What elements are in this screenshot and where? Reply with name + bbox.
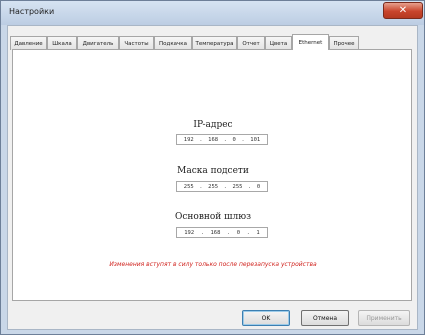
ip-octet-1: 192 bbox=[183, 136, 194, 143]
cancel-button[interactable]: Отмена bbox=[301, 310, 349, 326]
title-bar[interactable]: Настройки ✕ bbox=[1, 1, 424, 25]
close-icon: ✕ bbox=[398, 5, 408, 16]
tab-colors[interactable]: Цвета bbox=[265, 36, 292, 50]
gateway-input[interactable]: 192. 168. 0. 1 bbox=[176, 227, 268, 238]
restart-warning: Изменения вступят в силу только после пе… bbox=[109, 261, 317, 268]
ip-address-input[interactable]: 192. 168. 0. 101 bbox=[176, 134, 268, 145]
gateway-octet-1: 192 bbox=[184, 229, 195, 236]
octet-separator: . bbox=[223, 136, 227, 143]
tab-temperature[interactable]: Температура bbox=[192, 36, 237, 50]
gateway-octet-2: 168 bbox=[210, 229, 221, 236]
tab-report[interactable]: Отчет bbox=[237, 36, 265, 50]
octet-separator: . bbox=[223, 183, 227, 190]
octet-separator: . bbox=[199, 136, 203, 143]
ip-address-label: IP-адрес bbox=[193, 120, 233, 130]
settings-window: Настройки ✕ Давление Шкала Двигатель Час… bbox=[0, 0, 425, 335]
window-title: Настройки bbox=[9, 7, 55, 16]
octet-separator: . bbox=[246, 229, 250, 236]
apply-button[interactable]: Применить bbox=[358, 310, 410, 326]
tab-strip: Давление Шкала Двигатель Частоты Подкачк… bbox=[10, 34, 359, 50]
tab-ethernet[interactable]: Ethernet bbox=[292, 34, 329, 50]
octet-separator: . bbox=[200, 229, 204, 236]
gateway-octet-4: 1 bbox=[256, 229, 260, 236]
close-button[interactable]: ✕ bbox=[383, 2, 423, 19]
subnet-mask-input[interactable]: 255. 255. 255. 0 bbox=[176, 181, 268, 192]
tab-pumping[interactable]: Подкачка bbox=[154, 36, 192, 50]
octet-separator: . bbox=[241, 136, 245, 143]
tab-frequencies[interactable]: Частоты bbox=[119, 36, 154, 50]
dialog-body: Давление Шкала Двигатель Частоты Подкачк… bbox=[7, 25, 418, 330]
tab-pressure[interactable]: Давление bbox=[10, 36, 47, 50]
mask-octet-2: 255 bbox=[208, 183, 219, 190]
mask-octet-3: 255 bbox=[232, 183, 243, 190]
tab-engine[interactable]: Двигатель bbox=[77, 36, 119, 50]
tab-other[interactable]: Прочее bbox=[329, 36, 359, 50]
ip-octet-2: 168 bbox=[208, 136, 219, 143]
gateway-octet-3: 0 bbox=[236, 229, 241, 236]
ip-octet-4: 101 bbox=[250, 136, 261, 143]
tab-scale[interactable]: Шкала bbox=[47, 36, 77, 50]
ethernet-panel: IP-адрес 192. 168. 0. 101 Маска подсети … bbox=[12, 49, 412, 301]
mask-octet-4: 0 bbox=[256, 183, 261, 190]
subnet-mask-label: Маска подсети bbox=[177, 166, 249, 176]
octet-separator: . bbox=[248, 183, 252, 190]
gateway-label: Основной шлюз bbox=[174, 212, 251, 222]
ip-octet-3: 0 bbox=[232, 136, 236, 143]
mask-octet-1: 255 bbox=[183, 183, 194, 190]
octet-separator: . bbox=[199, 183, 203, 190]
octet-separator: . bbox=[226, 229, 231, 236]
ok-button[interactable]: OK bbox=[242, 310, 290, 326]
